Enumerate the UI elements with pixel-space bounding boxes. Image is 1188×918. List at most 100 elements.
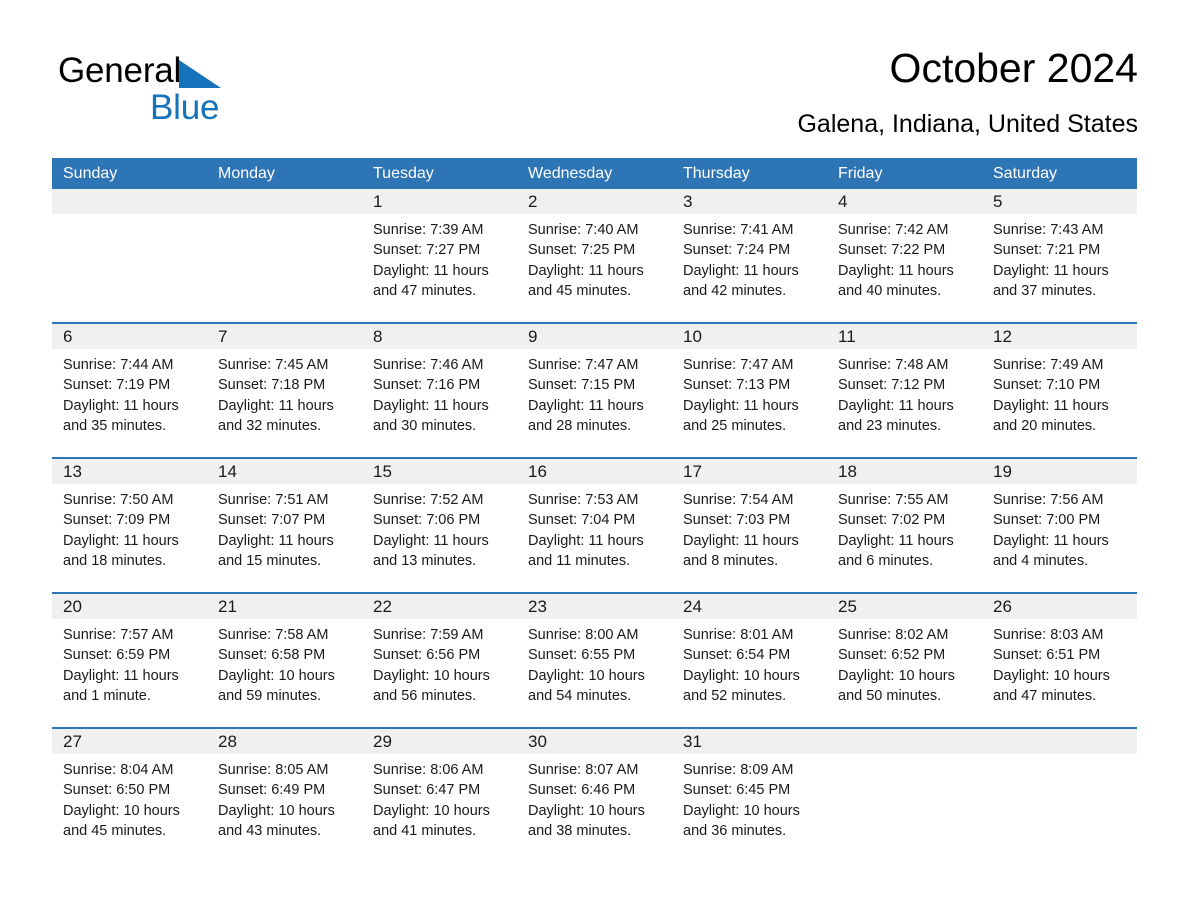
calendar-day-cell[interactable]: 1 Sunrise: 7:39 AM Sunset: 7:27 PM Daylight… [362,189,517,322]
day-details: Sunrise: 7:56 AM Sunset: 7:00 PM Daylight:… [982,484,1137,572]
sunset-text: Sunset: 7:10 PM [993,377,1101,394]
day-number: 23 [528,597,547,616]
calendar-day-cell[interactable]: 6 Sunrise: 7:44 AM Sunset: 7:19 PM Daylight… [52,324,207,457]
sunset-text: Sunset: 7:07 PM [218,512,326,529]
daylight-text: Daylight: 11 hours and 6 minutes. [838,532,954,570]
day-number-band: 23 [517,594,672,619]
day-details: Sunrise: 7:39 AM Sunset: 7:27 PM Daylight:… [362,214,517,302]
calendar-day-cell[interactable]: 25 Sunrise: 8:02 AM Sunset: 6:52 PM Dayligh… [827,594,982,727]
sunrise-text: Sunrise: 8:02 AM [838,627,949,643]
sunset-text: Sunset: 7:02 PM [838,512,946,529]
calendar-day-cell[interactable]: 30 Sunrise: 8:07 AM Sunset: 6:46 PM Dayligh… [517,729,672,862]
sunrise-text: Sunrise: 8:04 AM [63,762,174,778]
calendar-empty-cell [982,729,1137,862]
day-number: 25 [838,597,857,616]
sunset-text: Sunset: 7:18 PM [218,377,326,394]
day-number-band [52,189,207,214]
day-number-band: 8 [362,324,517,349]
weekday-header-wednesday: Wednesday [528,165,613,182]
calendar-day-cell[interactable]: 24 Sunrise: 8:01 AM Sunset: 6:54 PM Dayligh… [672,594,827,727]
sunset-text: Sunset: 7:24 PM [683,242,791,259]
calendar-day-cell[interactable]: 31 Sunrise: 8:09 AM Sunset: 6:45 PM Dayligh… [672,729,827,862]
calendar-day-cell[interactable]: 15 Sunrise: 7:52 AM Sunset: 7:06 PM Dayligh… [362,459,517,592]
sunrise-text: Sunrise: 7:51 AM [218,492,329,508]
day-details: Sunrise: 8:06 AM Sunset: 6:47 PM Daylight:… [362,754,517,842]
day-number-band: 19 [982,459,1137,484]
sunset-text: Sunset: 7:16 PM [373,377,481,394]
day-number: 30 [528,732,547,751]
sunset-text: Sunset: 7:09 PM [63,512,171,529]
day-number: 11 [838,327,856,346]
day-number: 16 [528,462,547,481]
day-number-band: 14 [207,459,362,484]
calendar-day-cell[interactable]: 16 Sunrise: 7:53 AM Sunset: 7:04 PM Dayligh… [517,459,672,592]
daylight-text: Daylight: 11 hours and 37 minutes. [993,262,1109,300]
day-details: Sunrise: 8:03 AM Sunset: 6:51 PM Daylight:… [982,619,1137,707]
calendar-day-cell[interactable]: 17 Sunrise: 7:54 AM Sunset: 7:03 PM Dayligh… [672,459,827,592]
day-number-band: 29 [362,729,517,754]
sunset-text: Sunset: 6:51 PM [993,647,1101,664]
day-number: 9 [528,327,538,346]
calendar-day-cell[interactable]: 21 Sunrise: 7:58 AM Sunset: 6:58 PM Dayligh… [207,594,362,727]
calendar-day-cell[interactable]: 9 Sunrise: 7:47 AM Sunset: 7:15 PM Daylight… [517,324,672,457]
daylight-text: Daylight: 11 hours and 23 minutes. [838,397,954,435]
daylight-text: Daylight: 11 hours and 47 minutes. [373,262,489,300]
page-title: October 2024 [889,45,1138,91]
calendar-day-cell[interactable]: 23 Sunrise: 8:00 AM Sunset: 6:55 PM Dayligh… [517,594,672,727]
day-number-band: 7 [207,324,362,349]
calendar-day-cell[interactable]: 13 Sunrise: 7:50 AM Sunset: 7:09 PM Dayligh… [52,459,207,592]
calendar-day-cell[interactable]: 4 Sunrise: 7:42 AM Sunset: 7:22 PM Daylight… [827,189,982,322]
calendar-day-cell[interactable]: 11 Sunrise: 7:48 AM Sunset: 7:12 PM Dayligh… [827,324,982,457]
day-number: 1 [373,192,383,211]
sunset-text: Sunset: 6:47 PM [373,782,481,799]
calendar-day-cell[interactable]: 10 Sunrise: 7:47 AM Sunset: 7:13 PM Dayligh… [672,324,827,457]
calendar-day-cell[interactable]: 3 Sunrise: 7:41 AM Sunset: 7:24 PM Daylight… [672,189,827,322]
calendar-day-cell[interactable]: 29 Sunrise: 8:06 AM Sunset: 6:47 PM Dayligh… [362,729,517,862]
calendar-day-cell[interactable]: 28 Sunrise: 8:05 AM Sunset: 6:49 PM Dayligh… [207,729,362,862]
calendar-day-cell[interactable]: 18 Sunrise: 7:55 AM Sunset: 7:02 PM Dayligh… [827,459,982,592]
calendar-day-cell[interactable]: 14 Sunrise: 7:51 AM Sunset: 7:07 PM Dayligh… [207,459,362,592]
sunrise-text: Sunrise: 7:53 AM [528,492,639,508]
sunset-text: Sunset: 7:25 PM [528,242,636,259]
sunrise-text: Sunrise: 7:52 AM [373,492,484,508]
day-number-band [827,729,982,754]
day-number-band: 1 [362,189,517,214]
daylight-text: Daylight: 11 hours and 20 minutes. [993,397,1109,435]
day-number-band: 18 [827,459,982,484]
day-number-band: 24 [672,594,827,619]
sunset-text: Sunset: 6:55 PM [528,647,636,664]
day-details: Sunrise: 7:54 AM Sunset: 7:03 PM Daylight:… [672,484,827,572]
sunrise-text: Sunrise: 7:56 AM [993,492,1104,508]
calendar-day-cell[interactable]: 7 Sunrise: 7:45 AM Sunset: 7:18 PM Daylight… [207,324,362,457]
calendar-day-cell[interactable]: 22 Sunrise: 7:59 AM Sunset: 6:56 PM Dayligh… [362,594,517,727]
daylight-text: Daylight: 11 hours and 42 minutes. [683,262,799,300]
daylight-text: Daylight: 11 hours and 11 minutes. [528,532,644,570]
calendar-day-cell[interactable]: 8 Sunrise: 7:46 AM Sunset: 7:16 PM Daylight… [362,324,517,457]
calendar-weeks: 1 Sunrise: 7:39 AM Sunset: 7:27 PM Daylight… [52,189,1137,862]
day-number-band: 17 [672,459,827,484]
day-details: Sunrise: 8:05 AM Sunset: 6:49 PM Daylight:… [207,754,362,842]
calendar-day-cell[interactable]: 27 Sunrise: 8:04 AM Sunset: 6:50 PM Dayligh… [52,729,207,862]
day-details: Sunrise: 7:59 AM Sunset: 6:56 PM Daylight:… [362,619,517,707]
calendar-day-cell[interactable]: 2 Sunrise: 7:40 AM Sunset: 7:25 PM Daylight… [517,189,672,322]
daylight-text: Daylight: 11 hours and 1 minute. [63,667,179,705]
day-details: Sunrise: 7:40 AM Sunset: 7:25 PM Daylight:… [517,214,672,302]
day-number-band: 16 [517,459,672,484]
day-number: 27 [63,732,82,751]
calendar-week-row: 6 Sunrise: 7:44 AM Sunset: 7:19 PM Daylight… [52,322,1137,457]
sunset-text: Sunset: 6:49 PM [218,782,326,799]
sunset-text: Sunset: 7:21 PM [993,242,1101,259]
calendar-day-cell[interactable]: 5 Sunrise: 7:43 AM Sunset: 7:21 PM Daylight… [982,189,1137,322]
calendar-day-cell[interactable]: 12 Sunrise: 7:49 AM Sunset: 7:10 PM Dayligh… [982,324,1137,457]
day-number-band [207,189,362,214]
calendar-day-cell[interactable]: 20 Sunrise: 7:57 AM Sunset: 6:59 PM Dayligh… [52,594,207,727]
daylight-text: Daylight: 10 hours and 56 minutes. [373,667,490,705]
generalblue-logo[interactable]: General Blue [58,50,378,136]
day-number: 3 [683,192,693,211]
sunrise-text: Sunrise: 7:59 AM [373,627,484,643]
weekday-header-saturday: Saturday [993,165,1058,182]
calendar-day-cell[interactable]: 26 Sunrise: 8:03 AM Sunset: 6:51 PM Dayligh… [982,594,1137,727]
calendar-week-row: 1 Sunrise: 7:39 AM Sunset: 7:27 PM Daylight… [52,189,1137,322]
calendar-day-cell[interactable]: 19 Sunrise: 7:56 AM Sunset: 7:00 PM Dayligh… [982,459,1137,592]
day-number: 20 [63,597,82,616]
